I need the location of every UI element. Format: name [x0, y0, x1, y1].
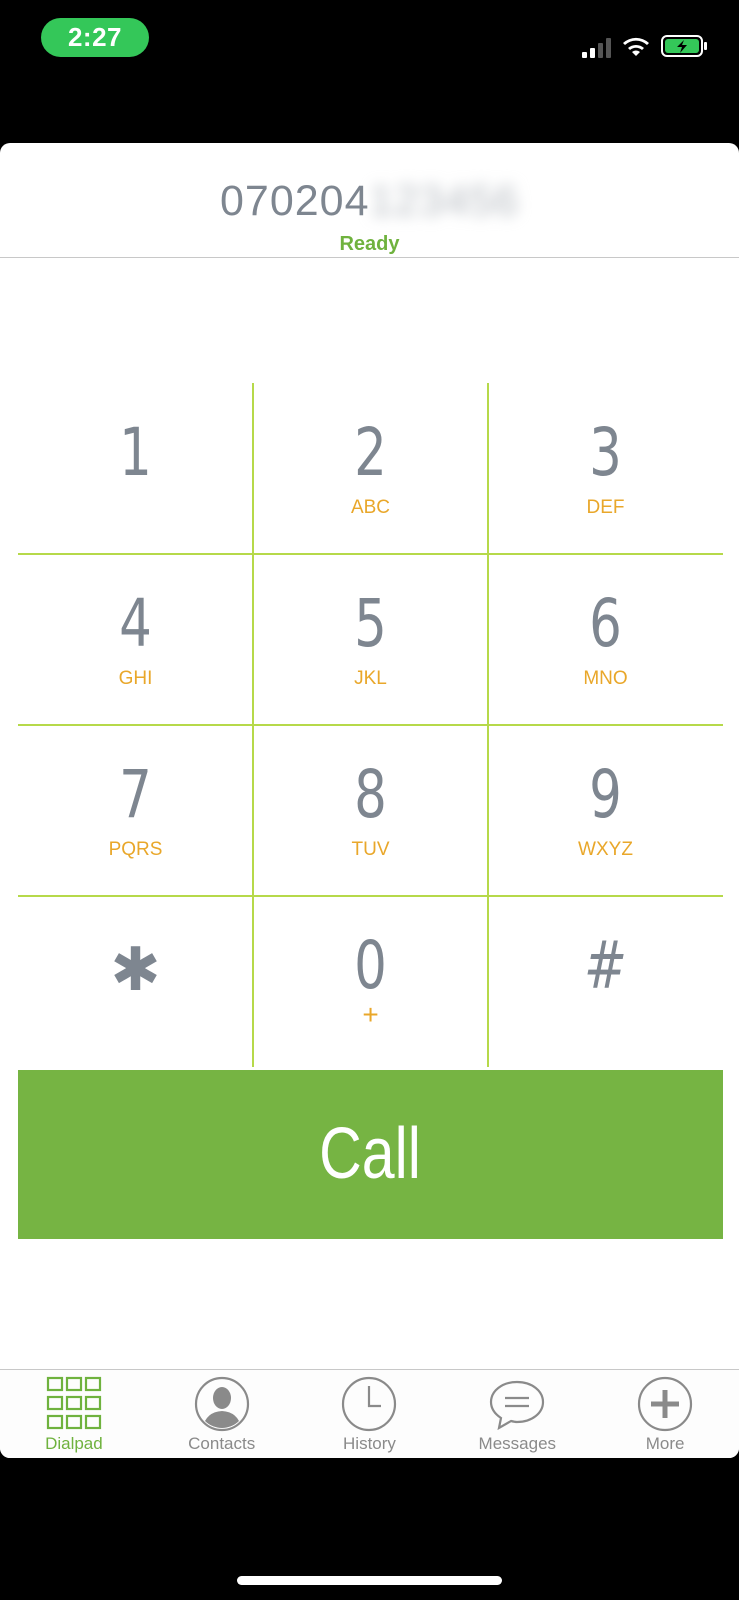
key-letters: MNO [583, 668, 628, 689]
key-digit: 1 [119, 414, 152, 491]
tab-contacts[interactable]: Contacts [148, 1370, 296, 1458]
dialed-number-redacted: 123456 [369, 177, 519, 225]
key-5[interactable]: 5 JKL [253, 554, 488, 725]
plus-circle-icon [637, 1376, 693, 1432]
tab-dialpad[interactable]: Dialpad [0, 1370, 148, 1458]
dialed-number-visible: 070204 [220, 177, 370, 225]
key-3[interactable]: 3 DEF [488, 383, 723, 554]
contact-person-icon [194, 1376, 249, 1432]
call-button-label: Call [319, 1114, 422, 1194]
key-digit: ✱ [110, 935, 161, 1005]
dialer-app: 070204123456 Ready 1 2 ABC 3 DEF 4 GHI 5… [0, 143, 739, 1458]
key-digit: 3 [589, 414, 622, 491]
key-digit: 2 [354, 414, 387, 491]
tab-label: History [343, 1434, 396, 1453]
key-letters: + [362, 999, 379, 1030]
tab-label: Contacts [188, 1434, 256, 1453]
key-2[interactable]: 2 ABC [253, 383, 488, 554]
grid-line [18, 553, 723, 555]
key-0[interactable]: 0 + [253, 896, 488, 1067]
key-digit: # [583, 927, 628, 1004]
key-hash[interactable]: # [488, 896, 723, 1067]
key-letters: WXYZ [578, 839, 633, 860]
key-digit: 4 [119, 585, 152, 662]
key-digit: 0 [354, 927, 387, 1004]
tab-history[interactable]: History [296, 1370, 444, 1458]
key-letters: GHI [118, 668, 153, 689]
tab-label: Dialpad [45, 1434, 103, 1453]
key-star[interactable]: ✱ [18, 896, 253, 1067]
key-7[interactable]: 7 PQRS [18, 725, 253, 896]
key-4[interactable]: 4 GHI [18, 554, 253, 725]
chat-bubble-icon [490, 1380, 545, 1431]
key-letters: PQRS [108, 839, 163, 860]
key-letters: DEF [586, 497, 625, 518]
key-8[interactable]: 8 TUV [253, 725, 488, 896]
tab-label: Messages [478, 1434, 557, 1453]
call-button[interactable]: Call [18, 1070, 723, 1239]
key-6[interactable]: 6 MNO [488, 554, 723, 725]
home-indicator[interactable] [237, 1576, 502, 1585]
key-letters: TUV [351, 839, 390, 860]
tab-more[interactable]: More [591, 1370, 739, 1458]
dialpad-keypad: 1 2 ABC 3 DEF 4 GHI 5 JKL 6 MNO 7 PQRS 8… [18, 383, 723, 1067]
key-digit: 7 [119, 756, 152, 833]
connection-status: Ready [339, 233, 400, 255]
key-letters: ABC [350, 497, 391, 518]
dialed-number: 070204123456 [0, 177, 739, 226]
tab-label: More [645, 1434, 685, 1453]
key-digit: 9 [589, 756, 622, 833]
tab-messages[interactable]: Messages [443, 1370, 591, 1458]
key-digit: 5 [354, 585, 387, 662]
clock-icon [342, 1376, 397, 1432]
grid-line [18, 895, 723, 897]
key-9[interactable]: 9 WXYZ [488, 725, 723, 896]
key-digit: 8 [354, 756, 387, 833]
phone-screen: 2:27 070204123456 Ready 1 2 ABC 3 DEF 4 … [0, 0, 739, 1600]
dialpad-grid-icon [46, 1376, 101, 1430]
cellular-signal-icon [582, 36, 611, 58]
key-letters: JKL [354, 668, 387, 689]
status-icons [582, 28, 709, 58]
key-digit: 6 [589, 585, 622, 662]
battery-charging-icon [661, 34, 709, 58]
tab-bar: Dialpad Contacts History Messages More [0, 1369, 739, 1458]
status-time-pill: 2:27 [41, 18, 149, 57]
wifi-icon [621, 34, 651, 58]
grid-line [18, 724, 723, 726]
number-display-area[interactable]: 070204123456 Ready [0, 143, 739, 258]
key-1[interactable]: 1 [18, 383, 253, 554]
